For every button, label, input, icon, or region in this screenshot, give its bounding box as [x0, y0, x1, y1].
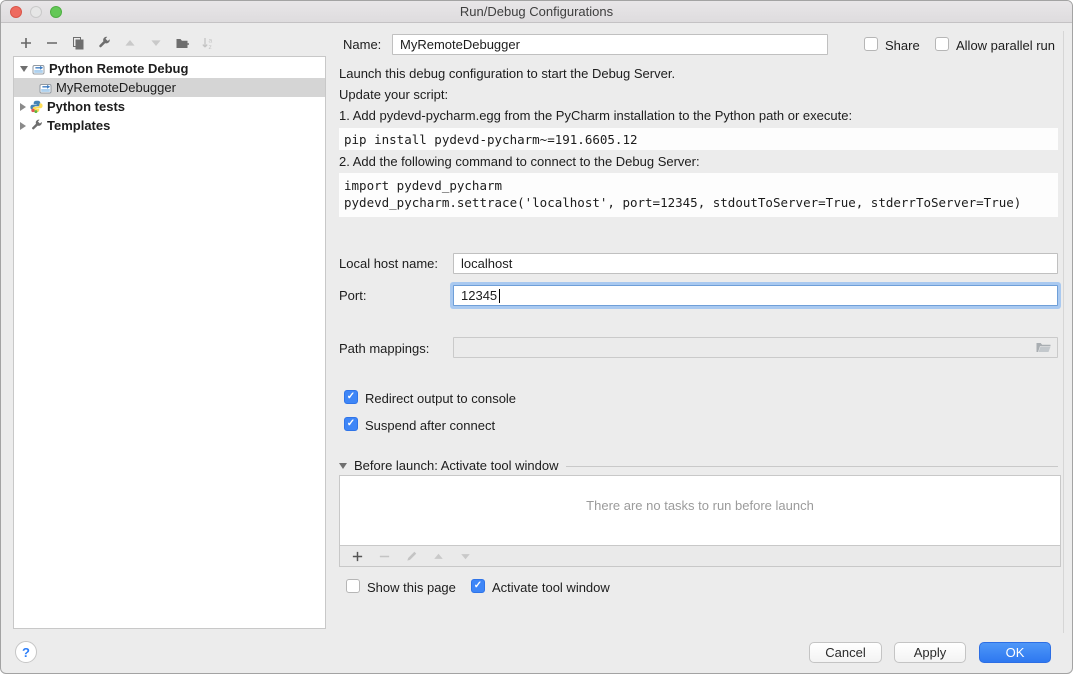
share-checkbox[interactable] [864, 37, 878, 51]
cancel-button[interactable]: Cancel [809, 642, 882, 663]
name-label: Name: [343, 37, 381, 53]
tree-item-templates[interactable]: Templates [14, 116, 325, 135]
instruction-line-2: Update your script: [339, 87, 448, 103]
before-launch-title: Before launch: Activate tool window [354, 458, 559, 474]
show-this-page-label[interactable]: Show this page [367, 580, 456, 596]
suspend-after-connect-label[interactable]: Suspend after connect [365, 418, 495, 434]
move-task-up-button[interactable] [427, 546, 449, 566]
wrench-icon [97, 36, 111, 50]
before-launch-task-list[interactable]: There are no tasks to run before launch [339, 475, 1061, 567]
instruction-line-3: 1. Add pydevd-pycharm.egg from the PyCha… [339, 108, 852, 124]
python-icon [30, 100, 43, 113]
run-debug-configurations-dialog: Run/Debug Configurations az [0, 0, 1073, 674]
activate-tool-window-checkbox[interactable] [471, 579, 485, 593]
tree-item-label: MyRemoteDebugger [56, 80, 176, 95]
arrow-up-icon [432, 550, 445, 563]
port-input[interactable] [453, 285, 1058, 306]
path-mappings-label: Path mappings: [339, 341, 429, 357]
tree-item-myremotedebugger[interactable]: MyRemoteDebugger [14, 78, 325, 97]
redirect-output-checkbox[interactable] [344, 390, 358, 404]
tree-item-label: Python tests [47, 99, 125, 114]
zoom-button[interactable] [50, 6, 62, 18]
titlebar: Run/Debug Configurations [1, 1, 1072, 23]
edit-task-button[interactable] [400, 546, 422, 566]
local-host-name-label: Local host name: [339, 256, 438, 272]
configurations-tree: Python Remote Debug MyRemoteDebugger Pyt… [13, 56, 326, 629]
plus-icon [351, 550, 364, 563]
collapse-caret-icon[interactable] [20, 103, 26, 111]
remove-configuration-button[interactable] [41, 33, 63, 53]
sort-configurations-button[interactable]: az [197, 33, 219, 53]
apply-button[interactable]: Apply [894, 642, 966, 663]
add-configuration-button[interactable] [15, 33, 37, 53]
arrow-down-icon [149, 36, 163, 50]
settrace-code: import pydevd_pycharm pydevd_pycharm.set… [339, 173, 1058, 217]
tree-item-python-remote-debug[interactable]: Python Remote Debug [14, 59, 325, 78]
section-divider [566, 466, 1058, 467]
browse-path-mappings-button[interactable] [1035, 340, 1052, 357]
window-title: Run/Debug Configurations [1, 1, 1072, 22]
section-collapse-caret-icon[interactable] [339, 463, 347, 469]
svg-text:z: z [209, 44, 212, 50]
open-folder-icon [1035, 340, 1052, 354]
wrench-icon [30, 119, 43, 132]
instruction-line-1: Launch this debug configuration to start… [339, 66, 675, 82]
instruction-line-4: 2. Add the following command to connect … [339, 154, 700, 170]
edit-templates-button[interactable] [93, 33, 115, 53]
add-task-button[interactable] [346, 546, 368, 566]
copy-configuration-button[interactable] [67, 33, 89, 53]
text-cursor [499, 289, 500, 303]
close-button[interactable] [10, 6, 22, 18]
allow-parallel-run-label[interactable]: Allow parallel run [956, 38, 1055, 54]
panel-right-border [1063, 31, 1064, 633]
copy-icon [71, 36, 85, 50]
help-button[interactable]: ? [15, 641, 37, 663]
expand-caret-icon[interactable] [20, 66, 28, 72]
show-this-page-checkbox[interactable] [346, 579, 360, 593]
run-config-icon [32, 62, 45, 75]
empty-task-list-message: There are no tasks to run before launch [340, 498, 1060, 513]
sort-az-icon: az [201, 36, 215, 50]
arrow-up-icon [123, 36, 137, 50]
suspend-after-connect-checkbox[interactable] [344, 417, 358, 431]
move-up-button[interactable] [119, 33, 141, 53]
share-label[interactable]: Share [885, 38, 920, 54]
configurations-toolbar: az [15, 33, 219, 53]
minimize-button[interactable] [30, 6, 42, 18]
minus-icon [378, 550, 391, 563]
before-launch-section-header: Before launch: Activate tool window [339, 458, 1058, 474]
traffic-lights [10, 6, 62, 18]
move-down-button[interactable] [145, 33, 167, 53]
local-host-name-input[interactable] [453, 253, 1058, 274]
move-task-down-button[interactable] [454, 546, 476, 566]
plus-icon [19, 36, 33, 50]
allow-parallel-run-checkbox[interactable] [935, 37, 949, 51]
arrow-down-icon [459, 550, 472, 563]
collapse-caret-icon[interactable] [20, 122, 26, 130]
pip-install-code: pip install pydevd-pycharm~=191.6605.12 [339, 128, 1058, 150]
pencil-icon [405, 550, 418, 563]
path-mappings-input[interactable] [453, 337, 1058, 358]
tree-item-label: Python Remote Debug [49, 61, 188, 76]
activate-tool-window-label[interactable]: Activate tool window [492, 580, 610, 596]
run-config-icon [39, 81, 52, 94]
new-folder-button[interactable] [171, 33, 193, 53]
folder-plus-icon [175, 36, 190, 50]
tree-item-python-tests[interactable]: Python tests [14, 97, 325, 116]
ok-button[interactable]: OK [979, 642, 1051, 663]
name-input[interactable] [392, 34, 828, 55]
minus-icon [45, 36, 59, 50]
task-list-toolbar [340, 545, 1060, 566]
port-label: Port: [339, 288, 366, 304]
tree-item-label: Templates [47, 118, 110, 133]
redirect-output-label[interactable]: Redirect output to console [365, 391, 516, 407]
remove-task-button[interactable] [373, 546, 395, 566]
